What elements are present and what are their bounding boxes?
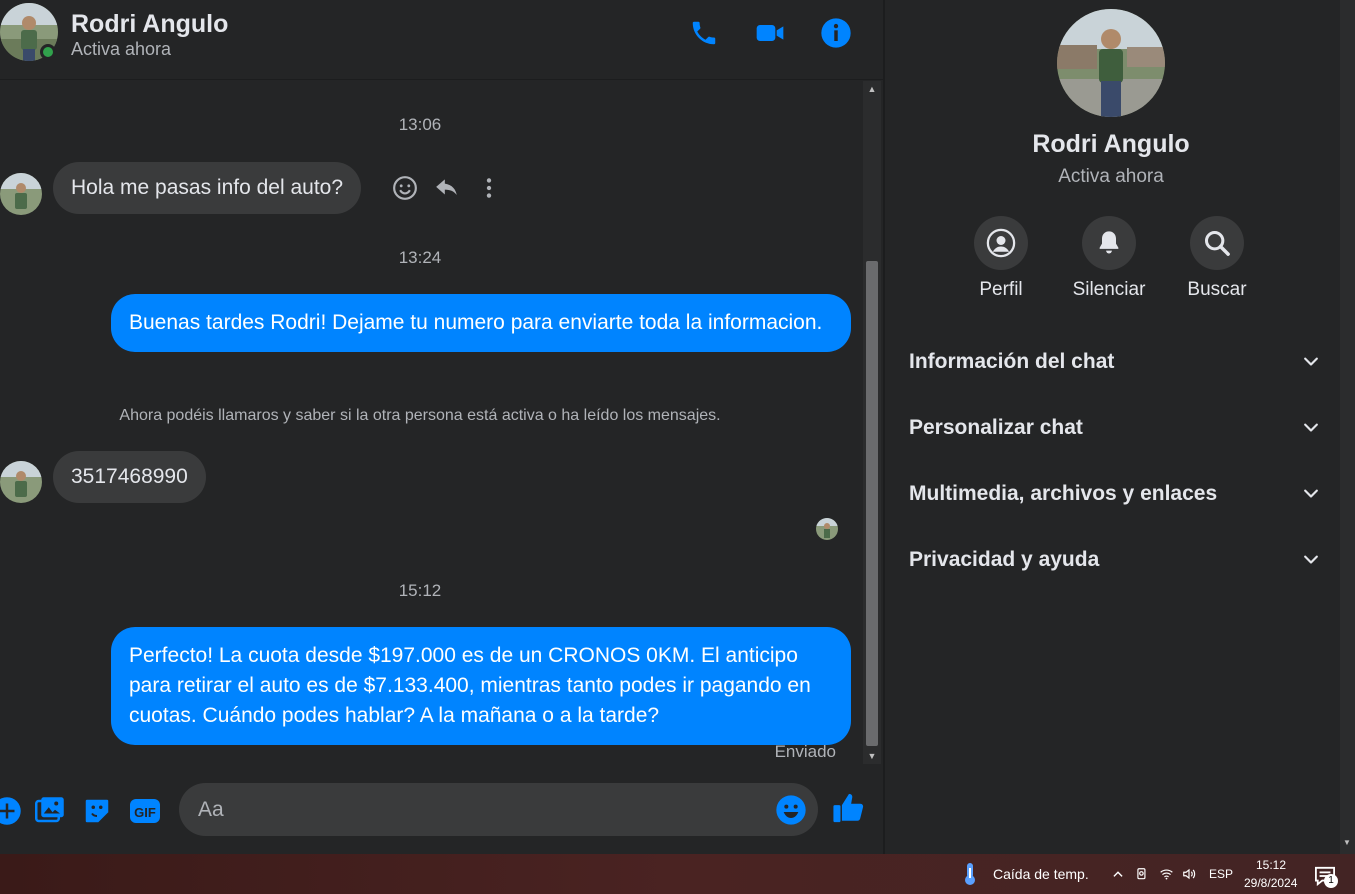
read-receipt-avatar [816,518,838,540]
wifi-icon[interactable] [1158,866,1174,882]
chevron-up-icon[interactable] [1110,866,1126,882]
search-button[interactable]: Buscar [1162,216,1272,301]
outgoing-message[interactable]: Perfecto! La cuota desde $197.000 es de … [111,627,851,745]
chevron-down-icon [1304,555,1318,564]
message-scrollbar[interactable]: ▲ ▼ [863,81,881,764]
profile-label: Perfil [979,279,1023,300]
chevron-down-icon [1304,489,1318,498]
notification-count-badge: 1 [1324,874,1338,888]
message-timestamp: 13:06 [398,115,442,134]
messenger-window: Rodri Angulo Activa ahora 13:06 Hola me … [0,0,1355,894]
video-call-button[interactable] [751,14,789,52]
message-list: 13:06 Hola me pasas info del auto? 13:24… [0,81,863,764]
attach-image-button[interactable] [33,794,67,828]
info-icon [821,18,851,48]
chat-info-panel: Rodri Angulo Activa ahora Perfil Silenci… [885,0,1340,854]
language-indicator[interactable]: ESP [1209,867,1233,881]
section-media-files-links[interactable]: Multimedia, archivos y enlaces [909,474,1321,514]
message-timestamp: 13:24 [398,248,442,267]
panel-contact-status: Activa ahora [1058,166,1164,187]
clock-date[interactable]: 29/8/2024 [1244,876,1297,890]
sticker-icon [85,799,109,823]
incoming-message[interactable]: Hola me pasas info del auto? [53,162,362,214]
search-label: Buscar [1187,279,1247,300]
video-camera-icon [756,25,784,41]
mute-button[interactable]: Silenciar [1054,216,1164,301]
bell-icon [1099,231,1119,254]
svg-text:GIF: GIF [134,805,156,820]
scroll-down-arrow-icon[interactable]: ▼ [863,748,881,764]
sender-avatar[interactable] [0,461,42,503]
profile-icon [986,228,1016,258]
thumbs-up-icon [833,793,864,823]
image-icon [35,797,64,823]
reply-button[interactable] [431,172,463,204]
message-input[interactable] [179,783,818,836]
section-label: Personalizar chat [909,416,1083,439]
windows-taskbar: Caída de temp. ESP 15:12 29/8/2024 1 [0,854,1355,894]
activity-notice: Ahora podéis llamaros y saber si la otra… [119,407,721,424]
panel-scroll-down-arrow-icon[interactable]: ▼ [1343,838,1351,847]
chevron-down-icon [1304,357,1318,366]
vertical-dots-icon [486,178,492,198]
volume-icon[interactable] [1180,866,1198,882]
voice-call-button[interactable] [685,14,723,52]
contact-name[interactable]: Rodri Angulo [71,10,228,39]
more-actions-button[interactable] [0,794,24,828]
online-status-indicator [40,44,56,60]
more-options-button[interactable] [473,172,505,204]
weather-status[interactable]: Caída de temp. [993,866,1089,882]
chevron-down-icon [1304,423,1318,432]
sticker-button[interactable] [80,794,114,828]
phone-icon [692,21,716,45]
profile-button[interactable]: Perfil [946,216,1056,301]
message-composer: GIF [0,764,883,854]
profile-picture[interactable] [1057,9,1165,117]
like-button[interactable] [832,791,866,825]
profile-button-circle [974,216,1028,270]
panel-scrollbar[interactable] [1340,0,1355,854]
contact-status: Activa ahora [71,39,172,59]
search-icon [1204,230,1230,256]
search-button-circle [1190,216,1244,270]
plus-circle-icon [0,797,21,825]
section-label: Multimedia, archivos y enlaces [909,482,1218,505]
message-timestamp: 15:12 [398,581,442,600]
section-label: Información del chat [909,350,1115,373]
scroll-up-arrow-icon[interactable]: ▲ [863,81,881,97]
scrollbar-thumb[interactable] [866,261,878,746]
section-customize-chat[interactable]: Personalizar chat [909,408,1321,448]
outgoing-message[interactable]: Buenas tardes Rodri! Dejame tu numero pa… [111,294,851,352]
clock-time[interactable]: 15:12 [1256,858,1286,872]
emoji-icon [776,795,806,825]
gif-button[interactable]: GIF [128,794,162,828]
react-button[interactable] [389,172,421,204]
incoming-message[interactable]: 3517468990 [53,451,206,503]
mute-button-circle [1082,216,1136,270]
reply-icon [436,179,457,196]
mute-label: Silenciar [1072,279,1146,300]
delivery-status: Enviado [774,742,836,761]
chat-header: Rodri Angulo Activa ahora [0,0,883,80]
section-label: Privacidad y ayuda [909,548,1100,571]
emoji-button[interactable] [774,793,808,827]
gif-icon: GIF [130,799,160,823]
section-chat-info[interactable]: Información del chat [909,342,1321,382]
thermometer-icon[interactable] [960,862,980,886]
section-privacy-help[interactable]: Privacidad y ayuda [909,540,1321,580]
smiley-icon [393,176,417,200]
panel-contact-name: Rodri Angulo [1032,130,1190,158]
chat-info-button[interactable] [817,14,855,52]
sender-avatar[interactable] [0,173,42,215]
device-icon[interactable] [1134,866,1150,882]
